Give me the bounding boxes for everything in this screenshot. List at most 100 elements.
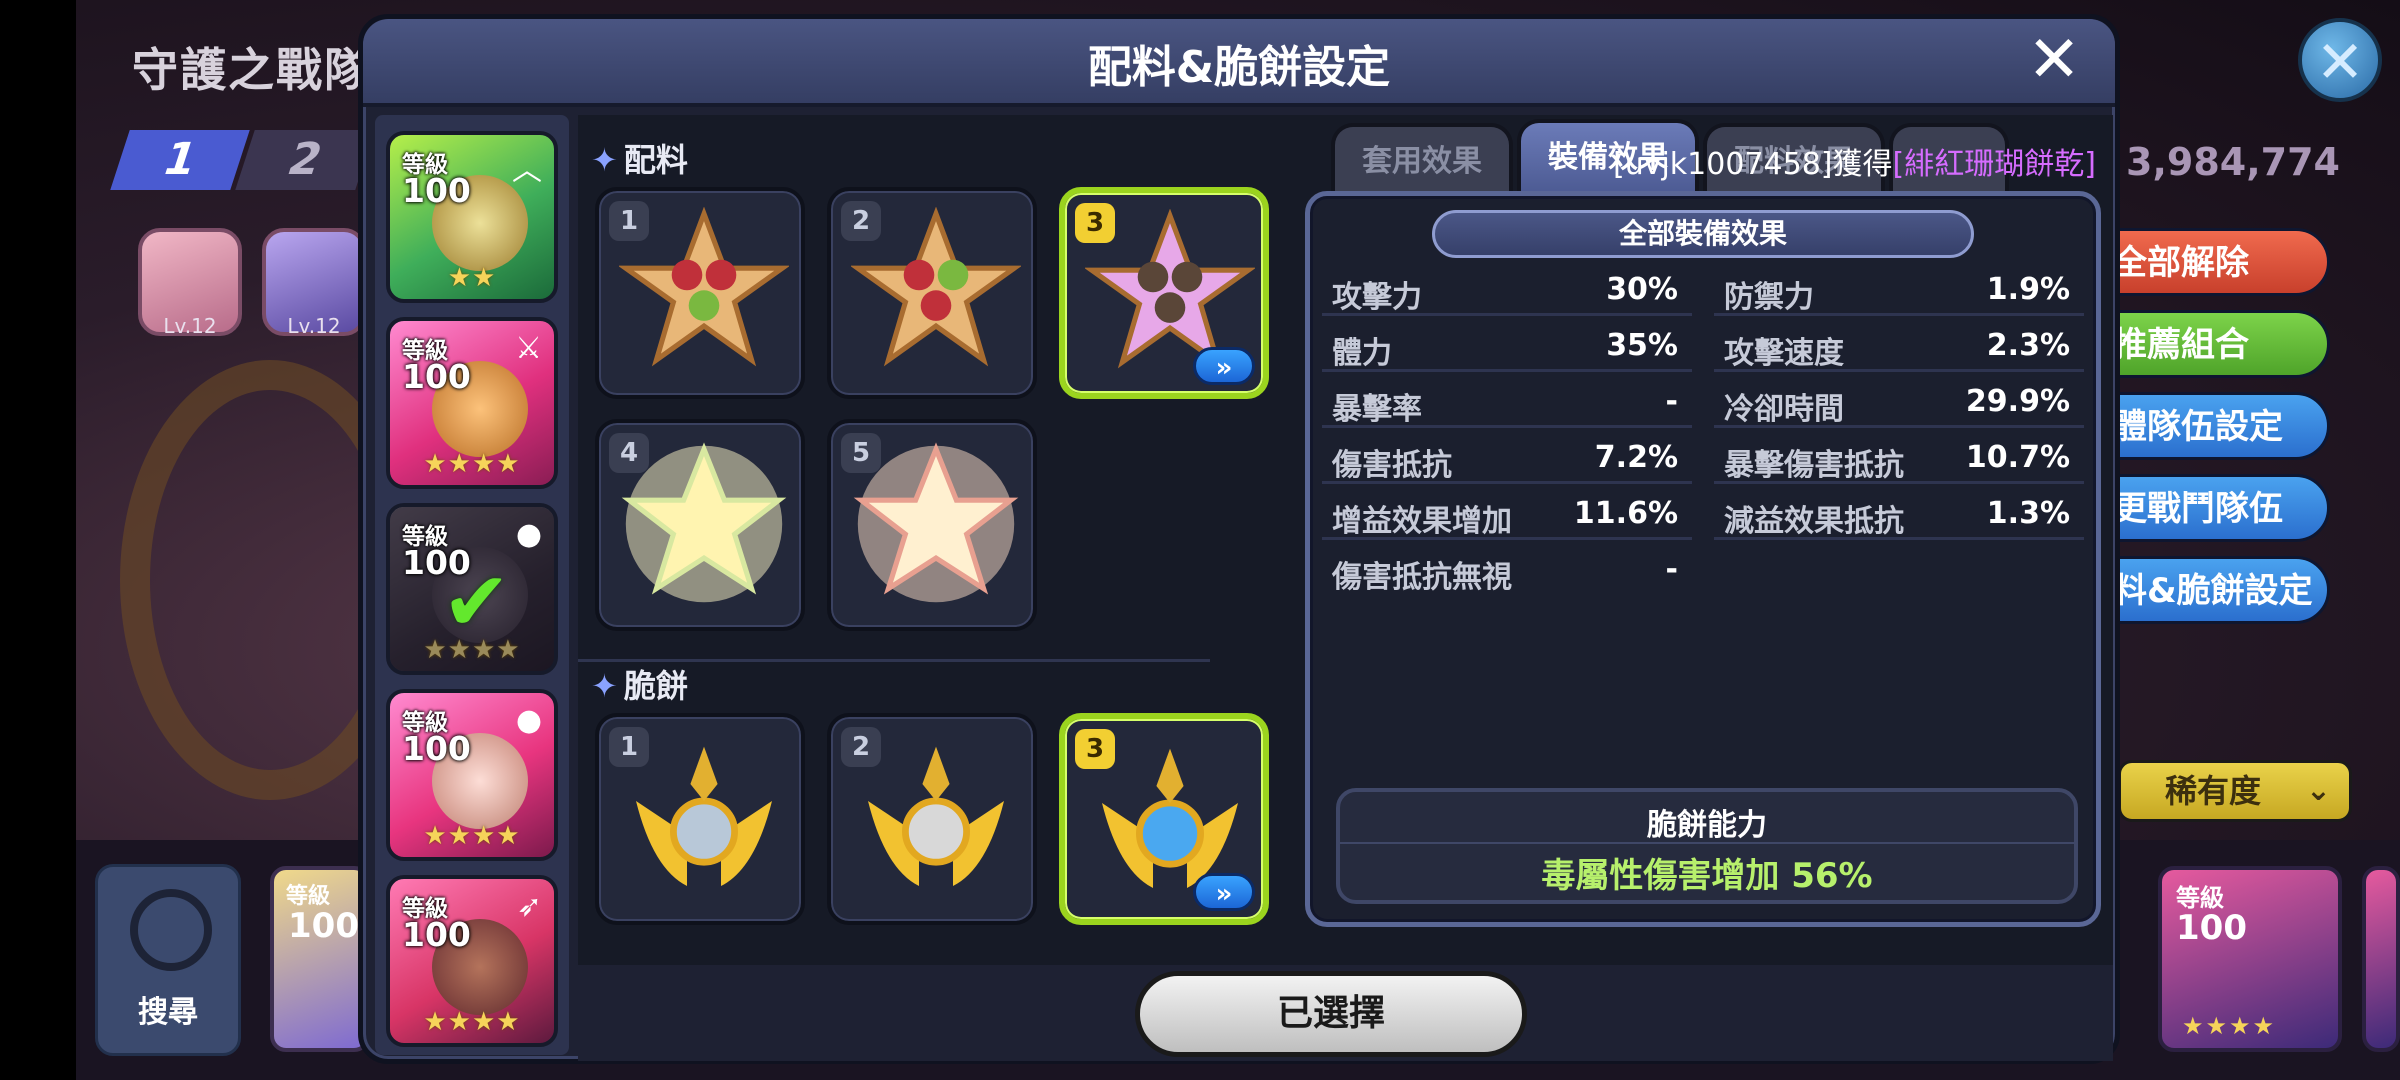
star-rating: ★★★★: [423, 1007, 521, 1037]
stat-value: 2.3%: [1986, 328, 2070, 363]
cookie-portrait[interactable]: 等級 100 ➶ ★★★★: [386, 875, 558, 1047]
search-label: 搜尋: [138, 995, 198, 1030]
bomb-icon: ●: [515, 517, 542, 552]
stat-value: 1.3%: [1986, 496, 2070, 531]
team-power: 3,984,774: [2126, 140, 2340, 184]
tarts-header-label: 脆餅: [623, 667, 688, 705]
search-icon: [130, 889, 212, 971]
screen-edge: [0, 0, 76, 1080]
tart-slot[interactable]: 2: [827, 713, 1037, 925]
sword-icon: ⚔: [515, 331, 542, 366]
cookie-portrait[interactable]: 等級 100 ● ✔ ★★★★: [386, 503, 558, 675]
stat-name: 攻擊速度: [1724, 336, 1844, 371]
tart-ability-box: 脆餅能力 毒屬性傷害增加 56%: [1336, 788, 2078, 904]
stat-row: 攻擊力 30%: [1322, 264, 1692, 316]
level-value: 100: [2176, 908, 2247, 948]
topping-slot[interactable]: 2: [827, 187, 1037, 399]
ability-value: 毒屬性傷害增加 56%: [1541, 856, 1873, 896]
background-title: 守護之戰隊: [132, 43, 372, 97]
level-value: 100: [288, 906, 359, 946]
stat-row: 減益效果抵抗 1.3%: [1714, 488, 2084, 540]
cookie-list: 等級 100 ︿ ★★ 等級 100 ⚔ ★★★★ 等級 100 ● ✔ ★★★…: [375, 115, 569, 1055]
stat-value: -: [1665, 552, 1678, 587]
screen-close-button[interactable]: ✕: [2298, 18, 2382, 102]
topping-slot[interactable]: 4: [595, 419, 805, 631]
cookie-portrait[interactable]: 等級 100 ⚔ ★★★★: [386, 317, 558, 489]
tart-slot[interactable]: 1: [595, 713, 805, 925]
notice-text: [uvjk1007458]獲得: [1613, 147, 1893, 182]
slot-number: 5: [841, 433, 881, 473]
level-value: 100: [402, 729, 471, 768]
stat-row: 防禦力 1.9%: [1714, 264, 2084, 316]
slot-number: 3: [1075, 203, 1115, 243]
tab-set-effects[interactable]: 套用效果: [1331, 123, 1513, 197]
effects-panel: 全部裝備效果 攻擊力 30% 體力 35% 暴擊率 - 傷害抵抗 7.2% 增益效果增加…: [1305, 191, 2101, 927]
cookie-portrait[interactable]: 等級 100 ● ★★★★: [386, 689, 558, 861]
arrow-icon: ➶: [516, 889, 542, 924]
stat-row: 冷卻時間 29.9%: [1714, 376, 2084, 428]
global-notice: [uvjk1007458]獲得[緋紅珊瑚餅乾]: [1613, 139, 2096, 183]
stat-value: 7.2%: [1594, 440, 1678, 475]
star-rating: ★★★★: [423, 449, 521, 479]
stat-value: -: [1665, 384, 1678, 419]
cookie-card[interactable]: 等級 100: [270, 866, 370, 1052]
divider: [1340, 842, 2074, 844]
slot-number: 3: [1075, 729, 1115, 769]
upgrade-icon[interactable]: »: [1193, 347, 1255, 385]
close-icon: ✕: [2315, 28, 2365, 96]
treasure-level: Lv.12: [287, 314, 341, 338]
level-value: 100: [402, 357, 471, 396]
stat-value: 10.7%: [1965, 440, 2070, 475]
topping-tart-modal: 配料&脆餅設定 ✕ 等級 100 ︿ ★★ 等級 100 ⚔ ★★★★ 等級 1…: [358, 14, 2120, 1064]
stat-value: 11.6%: [1573, 496, 1678, 531]
stat-name: 減益效果抵抗: [1724, 504, 1904, 539]
stat-row: 暴擊傷害抵抗 10.7%: [1714, 432, 2084, 484]
search-button[interactable]: 搜尋: [95, 864, 241, 1056]
cookie-portrait[interactable]: 等級 100 ︿ ★★: [386, 131, 558, 303]
slot-number: 2: [841, 201, 881, 241]
team-tab-1[interactable]: 1: [110, 130, 250, 190]
upgrade-icon[interactable]: »: [1193, 873, 1255, 911]
toppings-header: ✦ 配料: [591, 135, 688, 181]
stat-row: 傷害抵抗無視 -: [1322, 544, 1692, 596]
modal-title: 配料&脆餅設定: [1087, 42, 1391, 93]
treasure-chip[interactable]: Lv.12: [262, 228, 366, 338]
bomb-icon: ●: [515, 703, 542, 738]
chevron-down-icon: ⌄: [2305, 773, 2331, 808]
selected-button[interactable]: 已選擇: [1135, 971, 1527, 1057]
notice-highlight: [緋紅珊瑚餅乾]: [1892, 147, 2096, 182]
topping-slot[interactable]: 1: [595, 187, 805, 399]
treasure-chip[interactable]: Lv.12: [138, 228, 242, 338]
stat-name: 體力: [1332, 336, 1392, 371]
close-icon[interactable]: ✕: [2021, 28, 2087, 95]
cookie-card[interactable]: [2362, 866, 2400, 1052]
team-tab-2[interactable]: 2: [235, 130, 375, 190]
stat-name: 攻擊力: [1332, 280, 1422, 315]
stat-value: 29.9%: [1965, 384, 2070, 419]
stat-name: 傷害抵抗無視: [1332, 560, 1512, 595]
sparkle-icon: ✦: [591, 141, 618, 179]
stat-name: 增益效果增加: [1332, 504, 1512, 539]
stat-row: 暴擊率 -: [1322, 376, 1692, 428]
treasure-level: Lv.12: [163, 314, 217, 338]
rarity-label: 稀有度: [2165, 772, 2262, 810]
stat-value: 35%: [1606, 328, 1678, 363]
stat-row: 傷害抵抗 7.2%: [1322, 432, 1692, 484]
level-value: 100: [402, 171, 471, 210]
stat-name: 防禦力: [1724, 280, 1814, 315]
topping-slot[interactable]: 5: [827, 419, 1037, 631]
stat-name: 暴擊率: [1332, 392, 1422, 427]
slot-number: 4: [609, 433, 649, 473]
slot-number: 1: [609, 201, 649, 241]
rarity-sort-dropdown[interactable]: 稀有度 ⌄: [2118, 760, 2352, 822]
slot-number: 2: [841, 727, 881, 767]
star-rating: ★★★★: [423, 635, 521, 665]
cookie-card[interactable]: 等級 100 ★★★★: [2158, 866, 2342, 1052]
stat-row: 攻擊速度 2.3%: [1714, 320, 2084, 372]
stat-value: 30%: [1606, 272, 1678, 307]
modal-header: 配料&脆餅設定 ✕: [363, 19, 2115, 107]
toppings-header-label: 配料: [623, 141, 688, 179]
slot-number: 1: [609, 727, 649, 767]
topping-slot-selected[interactable]: 3 »: [1059, 187, 1269, 399]
tart-slot-selected[interactable]: 3 »: [1059, 713, 1269, 925]
